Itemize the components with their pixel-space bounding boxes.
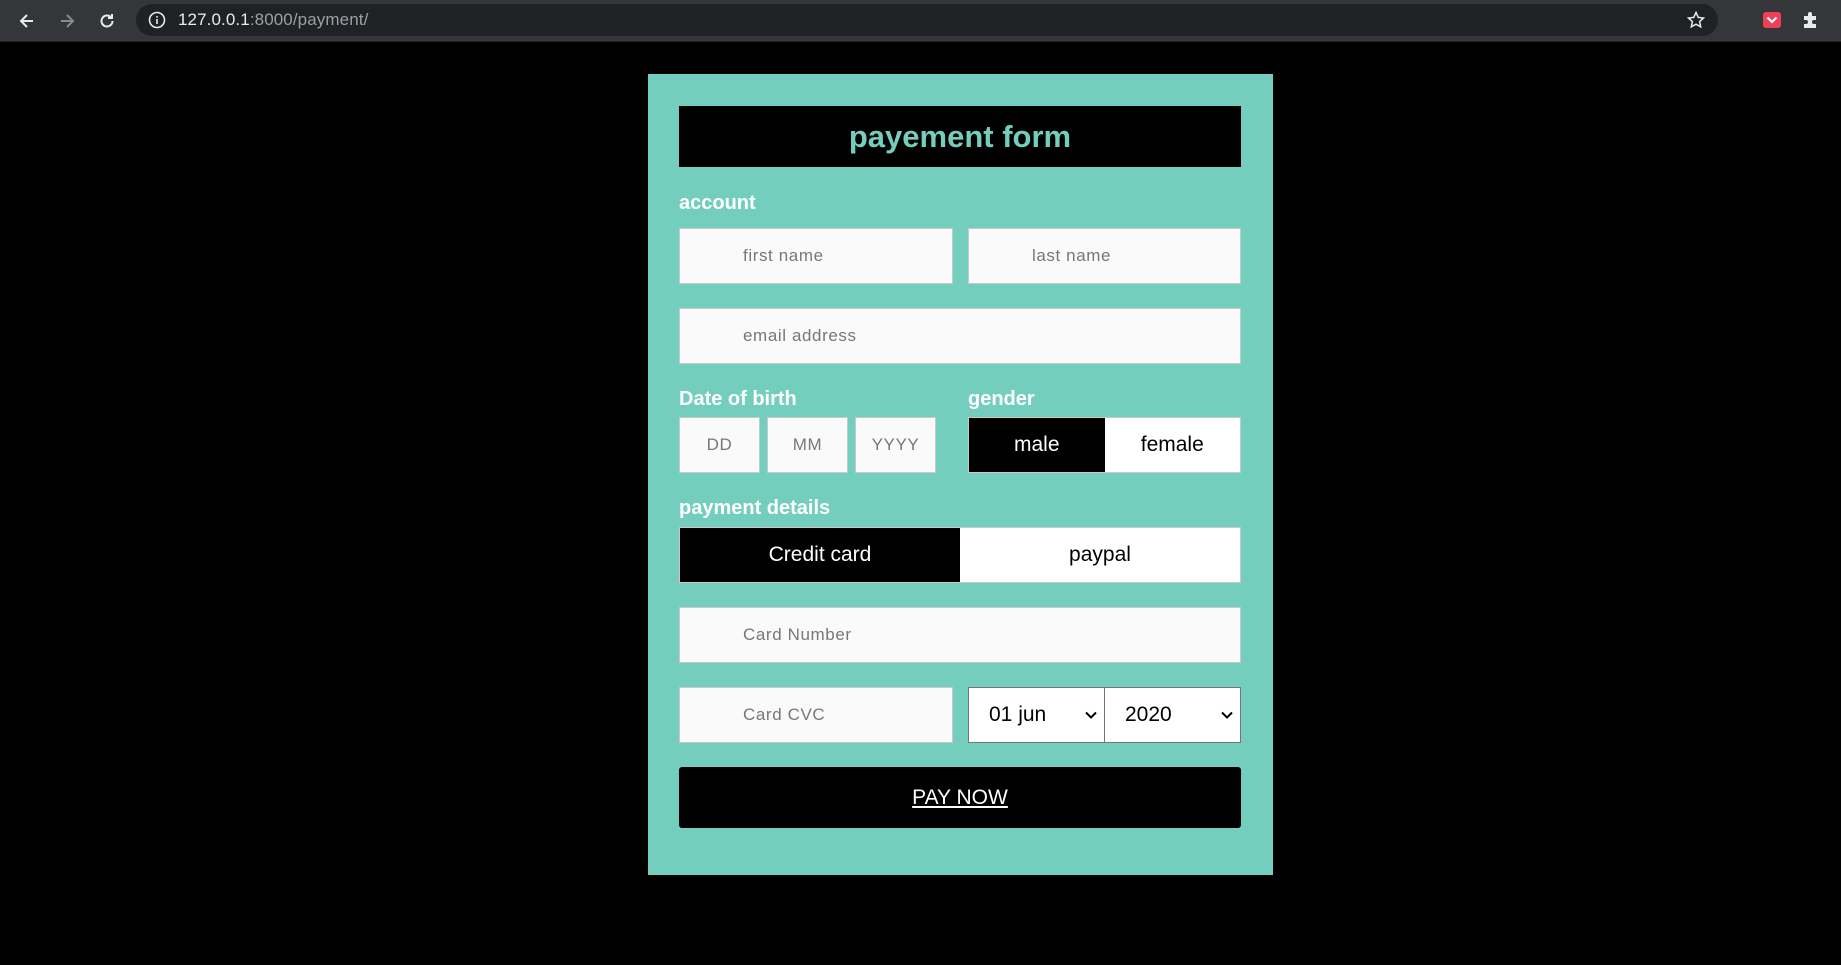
payment-option-credit-card[interactable]: Credit card [680, 528, 960, 582]
dob-month-input[interactable] [768, 418, 847, 472]
card-number-input[interactable] [680, 608, 1240, 662]
form-title: payement form [679, 106, 1241, 167]
expiry-day-select[interactable]: 01 jun [968, 687, 1105, 743]
site-info-icon[interactable] [148, 11, 166, 29]
address-bar[interactable]: 127.0.0.1:8000/payment/ [136, 4, 1718, 36]
last-name-input[interactable] [969, 229, 1240, 283]
back-icon[interactable] [14, 8, 40, 34]
forward-icon[interactable] [54, 8, 80, 34]
expiry-year-value: 2020 [1125, 703, 1172, 726]
card-number-field[interactable] [679, 607, 1241, 663]
dob-month-field[interactable] [767, 417, 848, 473]
account-label: account [679, 192, 756, 214]
gender-label: gender [968, 388, 1035, 410]
card-cvc-input[interactable] [680, 688, 952, 742]
payment-option-paypal[interactable]: paypal [960, 528, 1240, 582]
gender-toggle[interactable]: male female [968, 417, 1241, 473]
email-field[interactable] [679, 308, 1241, 364]
dob-year-field[interactable] [855, 417, 936, 473]
browser-toolbar: 127.0.0.1:8000/payment/ [0, 0, 1841, 42]
bookmark-star-icon[interactable] [1686, 10, 1706, 30]
dob-year-input[interactable] [856, 418, 935, 472]
reload-icon[interactable] [94, 8, 120, 34]
extensions-puzzle-icon[interactable] [1800, 9, 1822, 31]
pocket-extension-icon[interactable] [1761, 9, 1783, 31]
expiry-day-value: 01 jun [989, 703, 1047, 726]
first-name-field[interactable] [679, 228, 953, 284]
dob-day-field[interactable] [679, 417, 760, 473]
payment-form-card: payement form account Date of birth gend… [648, 74, 1273, 875]
payment-details-label: payment details [679, 497, 831, 519]
gender-option-male[interactable]: male [969, 418, 1105, 472]
payment-method-toggle[interactable]: Credit card paypal [679, 527, 1241, 583]
url-host: 127.0.0.1 [178, 10, 250, 29]
date-of-birth-label: Date of birth [679, 388, 797, 410]
first-name-input[interactable] [680, 229, 952, 283]
pay-now-button[interactable]: PAY NOW [679, 767, 1241, 828]
gender-option-female[interactable]: female [1105, 418, 1241, 472]
url-path: :8000/payment/ [249, 10, 369, 29]
email-input[interactable] [680, 309, 1240, 363]
card-cvc-field[interactable] [679, 687, 953, 743]
expiry-year-select[interactable]: 2020 [1104, 687, 1241, 743]
chevron-down-icon [1221, 711, 1233, 719]
chevron-down-icon [1085, 711, 1097, 719]
last-name-field[interactable] [968, 228, 1241, 284]
url-text: 127.0.0.1:8000/payment/ [178, 10, 368, 30]
dob-day-input[interactable] [680, 418, 759, 472]
